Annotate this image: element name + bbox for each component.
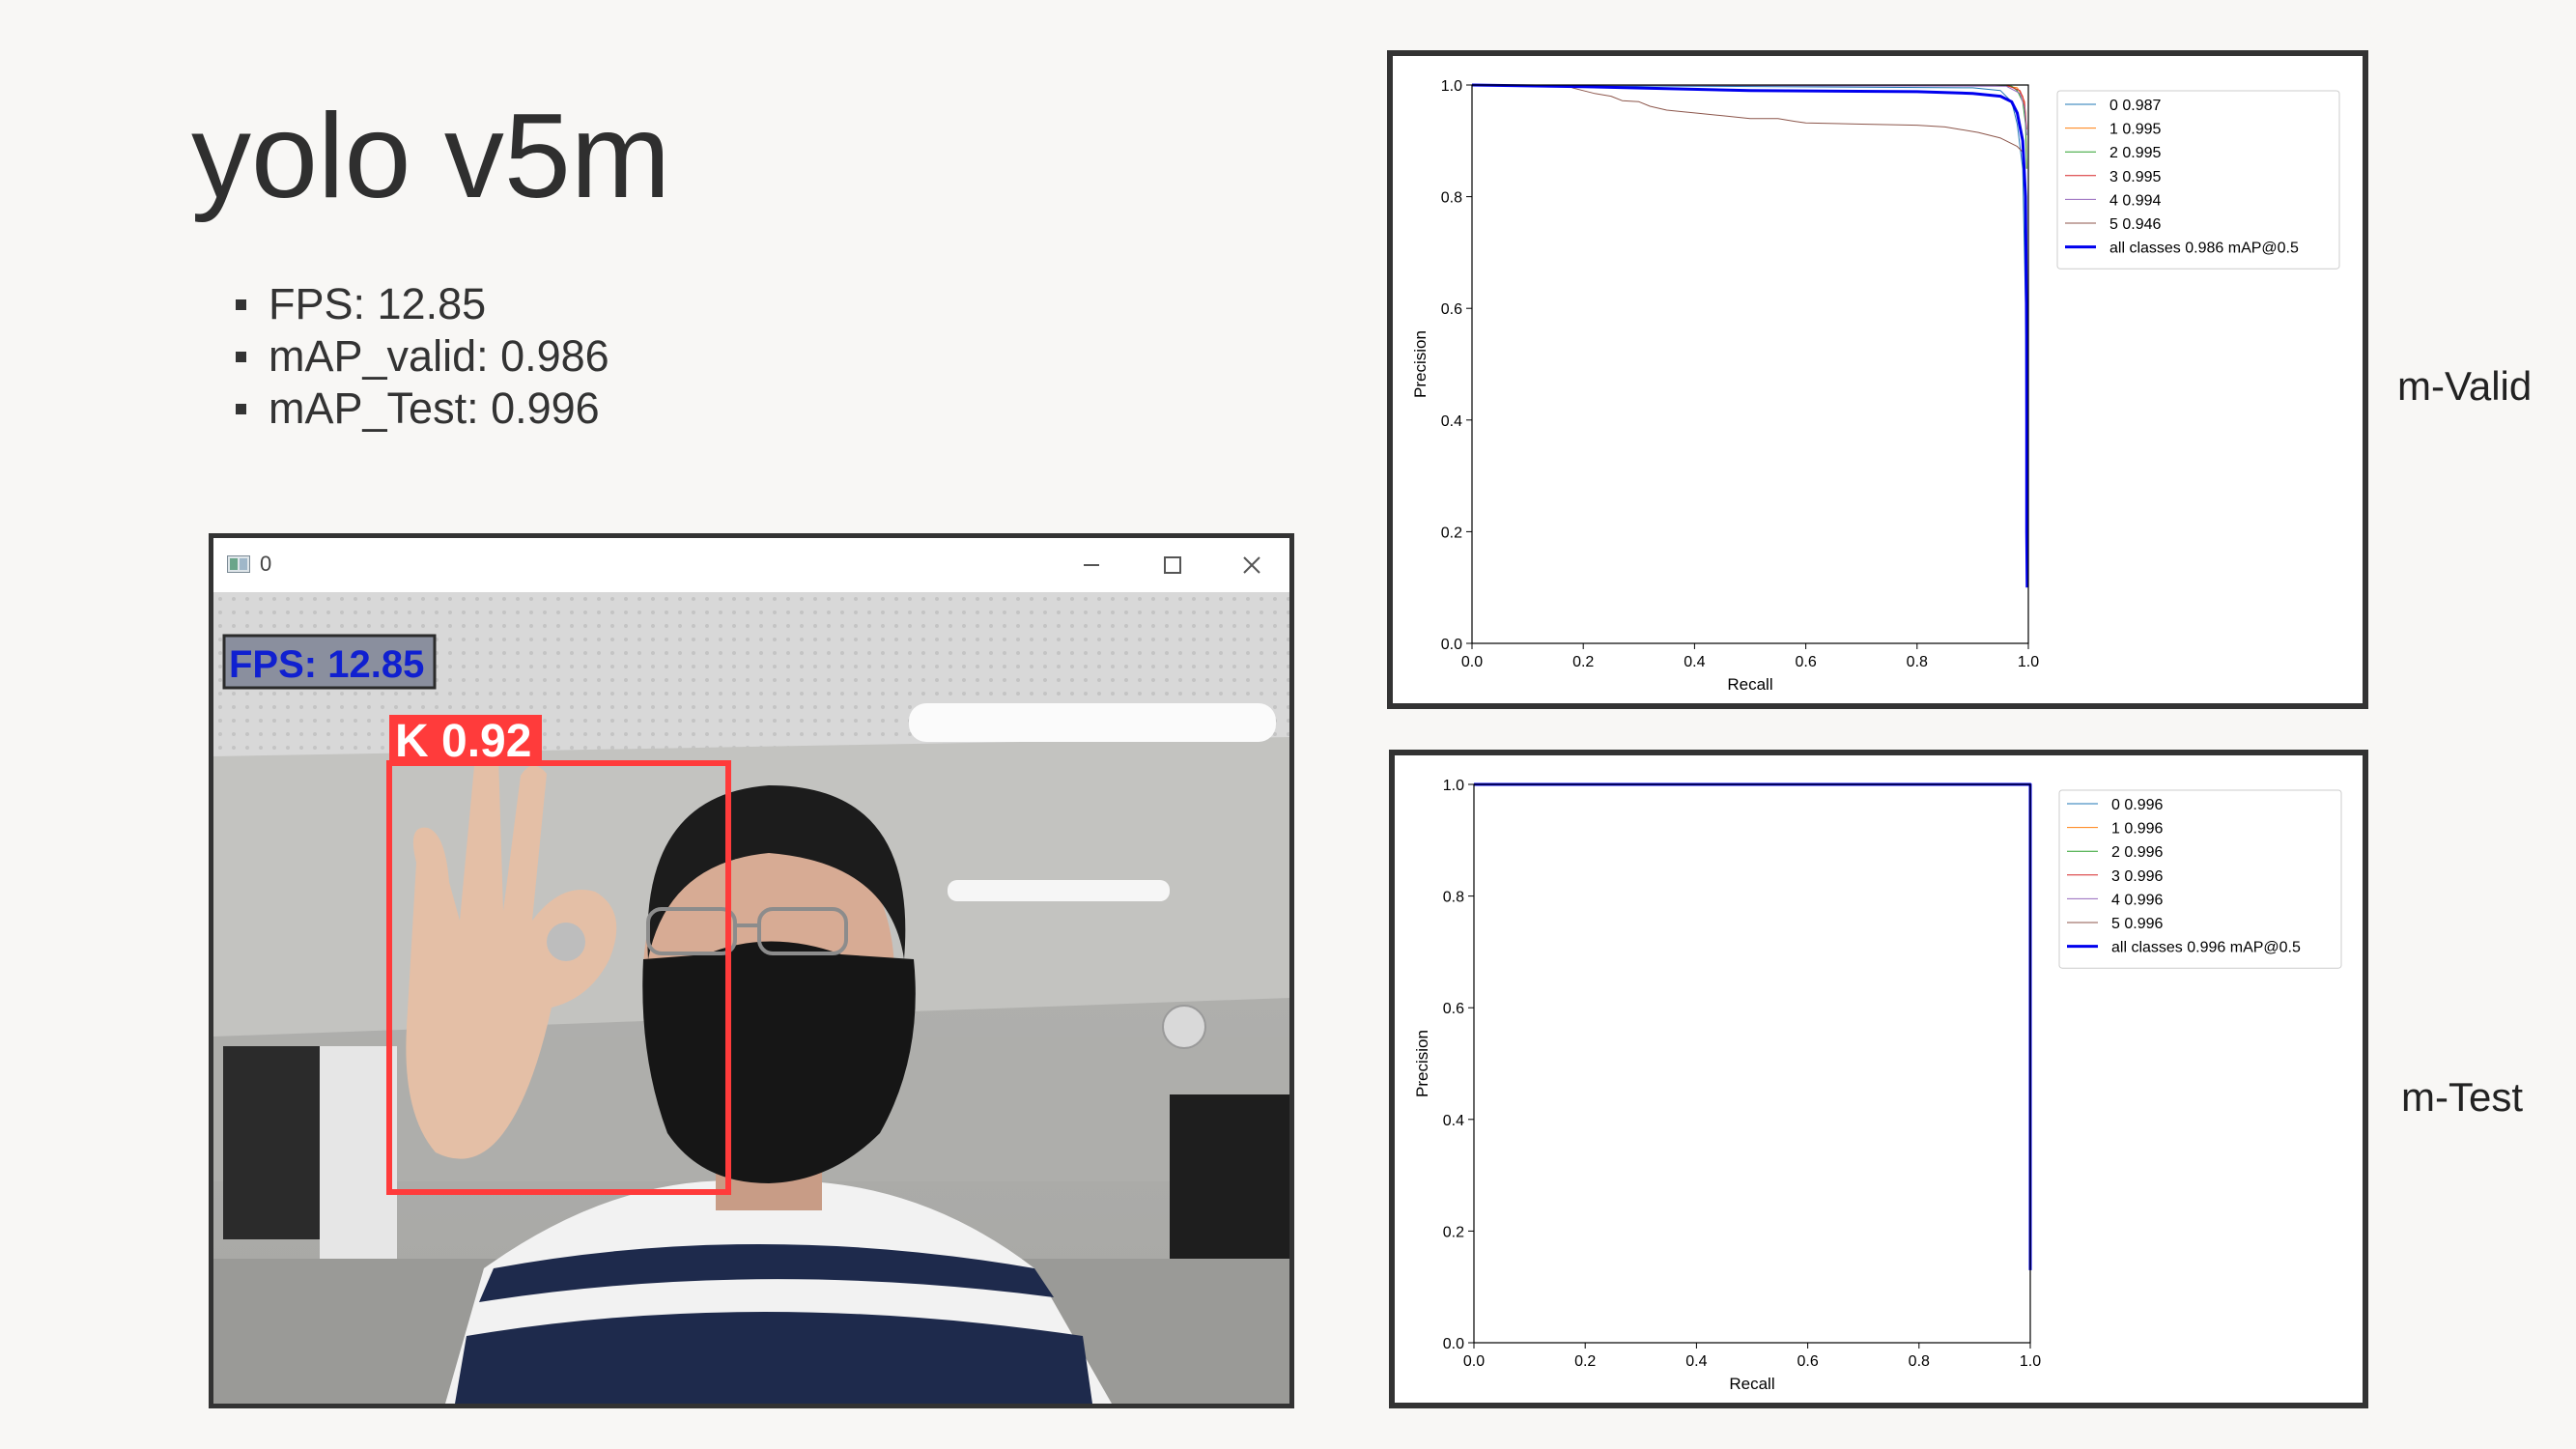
series-line — [1472, 84, 2027, 532]
legend-entry: 2 0.996 — [2111, 844, 2163, 861]
window-titlebar[interactable]: 0 — [213, 538, 1289, 592]
window-title: 0 — [260, 552, 272, 576]
series-line — [1474, 782, 2032, 1270]
fps-bullet: FPS: 12.85 — [232, 278, 609, 330]
legend-entry: 2 0.995 — [2109, 145, 2161, 161]
svg-text:FPS: 12.85: FPS: 12.85 — [229, 643, 424, 686]
y-tick-label: 0.6 — [1443, 1001, 1464, 1017]
legend-entry: all classes 0.996 mAP@0.5 — [2111, 940, 2301, 956]
y-tick-label: 0.8 — [1443, 890, 1464, 906]
legend-entry: 4 0.996 — [2111, 892, 2163, 908]
x-tick-label: 0.4 — [1684, 654, 1705, 670]
x-tick-label: 0.6 — [1795, 654, 1816, 670]
plot-frame — [1471, 84, 2029, 644]
slide-title: yolo v5m — [191, 90, 671, 223]
valid-chart-label: m-Valid — [2397, 363, 2533, 409]
y-tick-label: 0.4 — [1443, 1113, 1464, 1129]
webcam-window[interactable]: 0 FPS: 12.85 K 0.92 — [209, 533, 1294, 1408]
camera-feed: FPS: 12.85 K 0.92 — [213, 592, 1289, 1404]
legend-entry: 1 0.996 — [2111, 821, 2163, 838]
legend-entry: 5 0.996 — [2111, 916, 2163, 932]
series-line — [1474, 783, 2031, 1270]
pr-curve-valid-panel: 0.0 0.2 0.4 0.6 0.8 1.0 0.0 0.2 0.4 0.6 0.8 1.0 Reca… — [1387, 50, 2368, 709]
map-valid-bullet: mAP_valid: 0.986 — [232, 330, 609, 383]
y-tick-label: 0.0 — [1443, 1336, 1464, 1352]
x-tick-label: 0.2 — [1574, 1353, 1596, 1370]
legend-entry: 4 0.994 — [2109, 192, 2161, 209]
legend-entry: 0 0.987 — [2109, 98, 2161, 114]
legend-entry: 3 0.995 — [2109, 169, 2161, 185]
app-icon — [227, 555, 250, 573]
series-line — [1474, 783, 2031, 1270]
minimize-icon[interactable] — [1058, 546, 1125, 584]
y-tick-label: 0.6 — [1441, 301, 1462, 318]
pr-curve-test-chart: 0.0 0.2 0.4 0.6 0.8 1.0 0.0 0.2 0.4 0.6 0.8 1.0 Reca… — [1413, 778, 2342, 1393]
y-tick-label: 0.0 — [1441, 637, 1462, 653]
plot-frame — [1473, 783, 2031, 1344]
series-line — [1474, 783, 2031, 1270]
legend-entry: 3 0.996 — [2111, 868, 2163, 885]
x-tick-label: 0.2 — [1572, 654, 1594, 670]
x-tick-label: 0.4 — [1685, 1353, 1707, 1370]
x-tick-label: 0.6 — [1797, 1353, 1818, 1370]
series-line — [1474, 783, 2031, 1270]
y-tick-label: 0.4 — [1441, 413, 1462, 430]
legend-entry: all classes 0.986 mAP@0.5 — [2109, 241, 2299, 257]
detection-label: K 0.92 — [395, 716, 531, 767]
series-line — [1474, 783, 2031, 1270]
series-line — [1474, 783, 2031, 1270]
y-tick-label: 0.8 — [1441, 190, 1462, 207]
x-axis-label: Recall — [1729, 1375, 1774, 1393]
test-chart-label: m-Test — [2401, 1074, 2523, 1120]
series-line — [1472, 83, 2029, 588]
legend-entry: 5 0.946 — [2109, 216, 2161, 233]
map-test-bullet: mAP_Test: 0.996 — [232, 383, 609, 435]
legend-entry: 0 0.996 — [2111, 797, 2163, 813]
pr-curve-valid-chart: 0.0 0.2 0.4 0.6 0.8 1.0 0.0 0.2 0.4 0.6 0.8 1.0 Reca… — [1411, 78, 2340, 694]
y-tick-label: 1.0 — [1443, 778, 1464, 794]
x-tick-label: 1.0 — [2018, 654, 2039, 670]
series-line — [1571, 87, 2024, 153]
y-axis-label: Precision — [1411, 330, 1430, 398]
pr-curve-test-panel: 0.0 0.2 0.4 0.6 0.8 1.0 0.0 0.2 0.4 0.6 0.8 1.0 Reca… — [1389, 750, 2368, 1408]
metrics-list: FPS: 12.85 mAP_valid: 0.986 mAP_Test: 0.… — [232, 278, 609, 435]
x-axis-label: Recall — [1727, 675, 1772, 694]
y-tick-label: 0.2 — [1443, 1224, 1464, 1240]
x-tick-label: 1.0 — [2020, 1353, 2041, 1370]
x-tick-label: 0.0 — [1463, 1353, 1485, 1370]
x-tick-label: 0.8 — [1907, 654, 1928, 670]
y-axis-label: Precision — [1413, 1030, 1431, 1097]
maximize-icon[interactable] — [1139, 546, 1206, 584]
x-tick-label: 0.0 — [1461, 654, 1483, 670]
y-tick-label: 0.2 — [1441, 525, 1462, 541]
fps-overlay: FPS: 12.85 — [222, 634, 437, 690]
legend-entry: 1 0.995 — [2109, 122, 2161, 138]
close-icon[interactable] — [1218, 546, 1286, 584]
x-tick-label: 0.8 — [1909, 1353, 1930, 1370]
y-tick-label: 1.0 — [1441, 78, 1462, 95]
